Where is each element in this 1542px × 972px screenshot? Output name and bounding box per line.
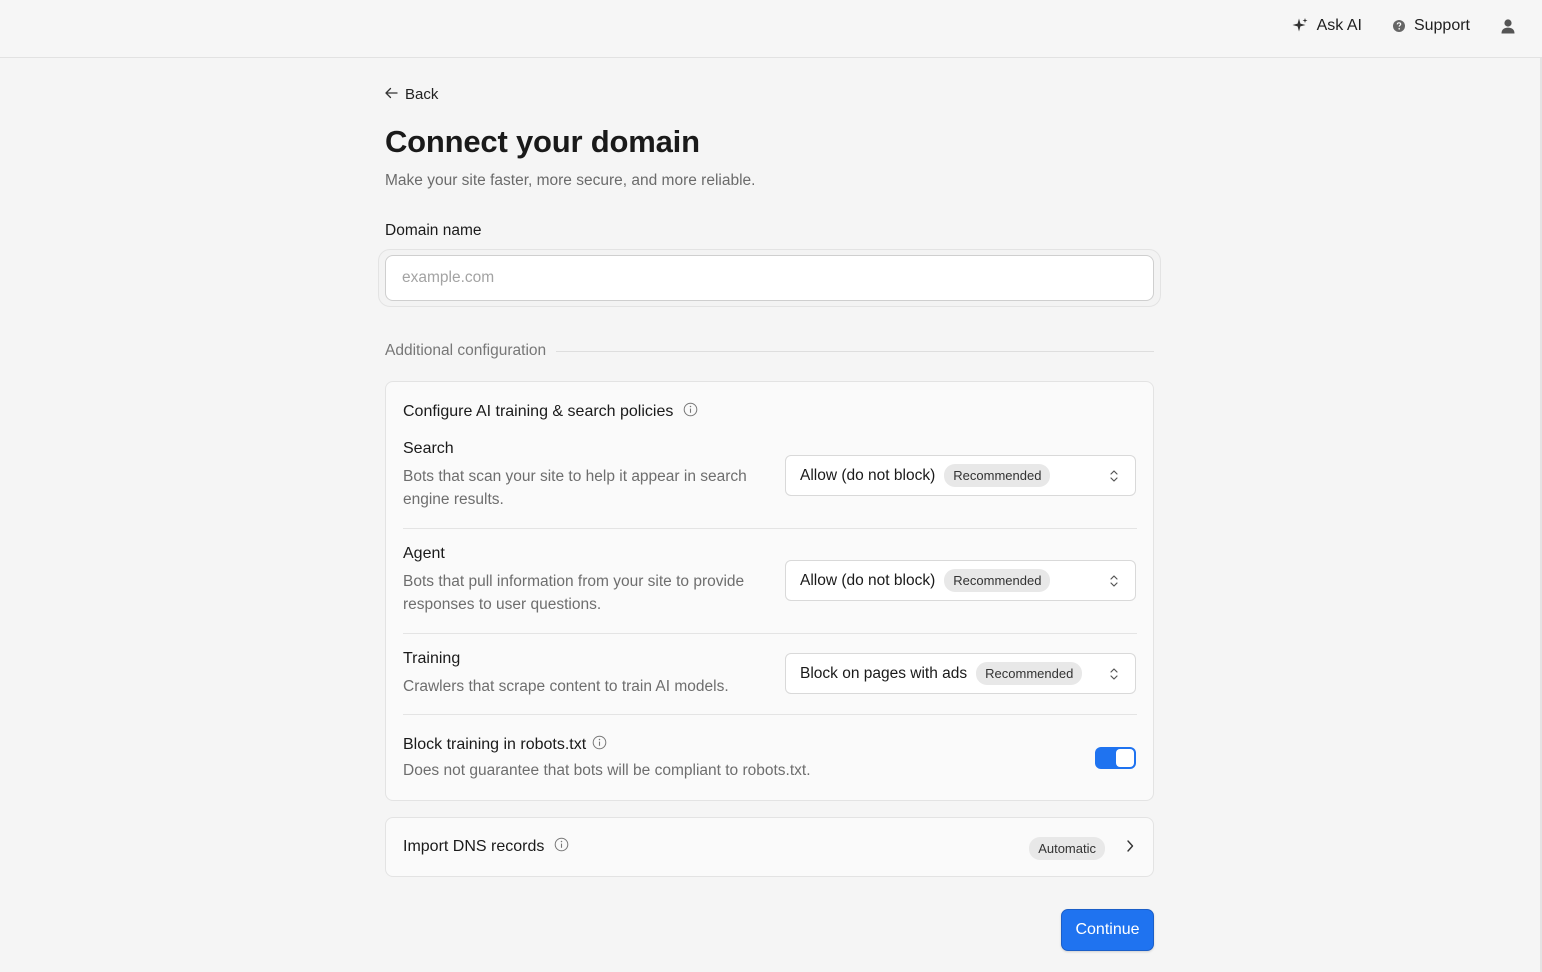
policy-description: Bots that pull information from your sit… xyxy=(403,573,745,613)
dns-title-text: Import DNS records xyxy=(403,838,545,855)
robots-title-text: Block training in robots.txt xyxy=(403,736,587,753)
toggle-knob xyxy=(1116,749,1134,767)
top-bar: Ask AI Support xyxy=(0,0,1542,58)
divider-line xyxy=(556,350,1154,352)
row-divider xyxy=(403,633,1137,634)
back-label: Back xyxy=(405,86,439,103)
policy-description: Bots that scan your site to help it appe… xyxy=(403,468,747,508)
user-icon xyxy=(1500,18,1516,34)
policy-description: Crawlers that scrape content to train AI… xyxy=(403,678,729,695)
top-nav: Ask AI Support xyxy=(1291,0,1516,52)
help-circle-icon xyxy=(1392,19,1406,33)
dns-title: Import DNS records xyxy=(403,837,569,857)
chevron-right-icon xyxy=(1126,839,1134,858)
ask-ai-label: Ask AI xyxy=(1316,17,1362,34)
select-value: Allow (do not block) xyxy=(800,466,936,484)
domain-name-input[interactable] xyxy=(385,255,1154,301)
additional-configuration-label: Additional configuration xyxy=(385,342,547,359)
info-icon[interactable] xyxy=(592,735,607,755)
sparkle-icon xyxy=(1291,17,1309,35)
info-icon[interactable] xyxy=(554,837,569,857)
page-subtitle: Make your site faster, more secure, and … xyxy=(385,172,756,189)
page-title: Connect your domain xyxy=(385,124,700,159)
block-training-robots-toggle[interactable] xyxy=(1095,747,1136,769)
search-policy-select[interactable]: Allow (do not block) Recommended xyxy=(785,455,1136,496)
robots-description: Does not guarantee that bots will be com… xyxy=(403,762,811,779)
training-policy-select[interactable]: Block on pages with ads Recommended xyxy=(785,653,1136,694)
back-link[interactable]: Back xyxy=(385,86,438,103)
ask-ai-button[interactable]: Ask AI xyxy=(1291,17,1362,35)
chevron-up-down-icon xyxy=(1109,468,1119,489)
domain-input-wrapper xyxy=(378,249,1161,307)
info-icon[interactable] xyxy=(683,402,698,422)
automatic-badge: Automatic xyxy=(1029,837,1105,860)
continue-button[interactable]: Continue xyxy=(1061,909,1154,951)
policy-row-robots: Block training in robots.txt Does not gu… xyxy=(403,735,1137,782)
account-button[interactable] xyxy=(1500,18,1516,34)
ai-policies-title: Configure AI training & search policies xyxy=(403,402,698,422)
additional-configuration-divider: Additional configuration xyxy=(385,342,1154,360)
ai-policies-card: Configure AI training & search policies … xyxy=(385,381,1154,801)
row-divider xyxy=(403,714,1137,715)
robots-title: Block training in robots.txt xyxy=(403,735,1137,755)
recommended-badge: Recommended xyxy=(944,464,1051,487)
chevron-up-down-icon xyxy=(1109,573,1119,594)
domain-name-label: Domain name xyxy=(385,222,482,239)
select-value: Block on pages with ads xyxy=(800,664,968,682)
select-value: Allow (do not block) xyxy=(800,571,936,589)
arrow-left-icon xyxy=(385,86,398,103)
ai-policies-title-text: Configure AI training & search policies xyxy=(403,403,674,420)
recommended-badge: Recommended xyxy=(944,569,1051,592)
support-button[interactable]: Support xyxy=(1392,17,1470,35)
chevron-up-down-icon xyxy=(1109,666,1119,687)
row-divider xyxy=(403,528,1137,529)
agent-policy-select[interactable]: Allow (do not block) Recommended xyxy=(785,560,1136,601)
import-dns-records-card[interactable]: Import DNS records Automatic xyxy=(385,817,1154,877)
support-label: Support xyxy=(1413,17,1470,34)
recommended-badge: Recommended xyxy=(976,662,1083,685)
